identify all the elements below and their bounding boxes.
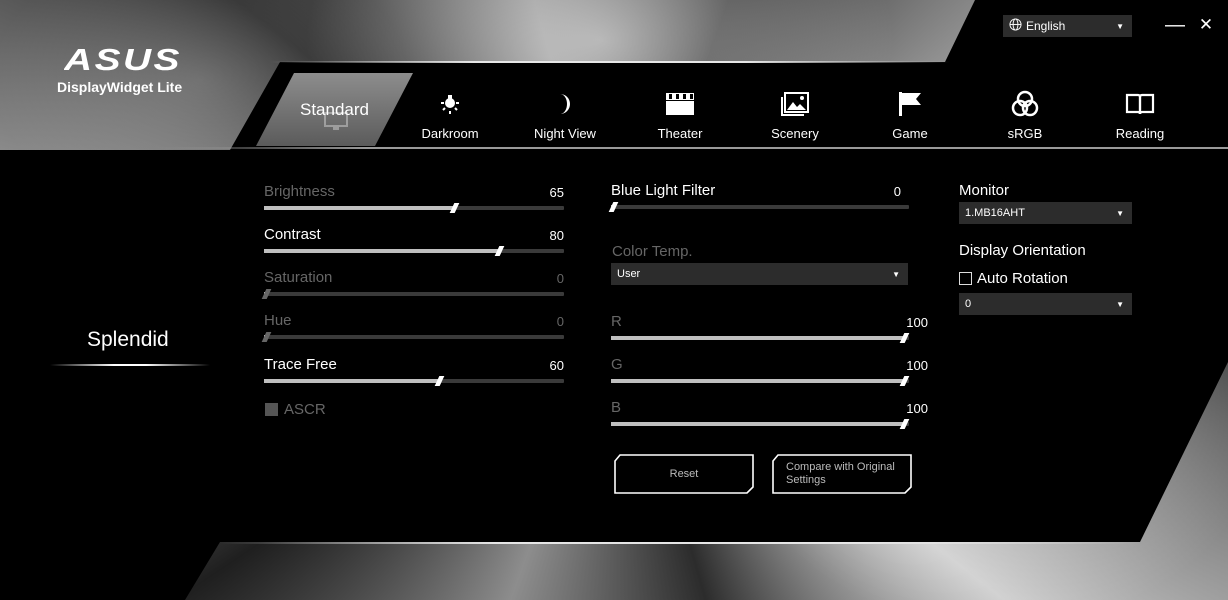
tab-label: Theater xyxy=(657,126,703,141)
tab-game[interactable]: Game xyxy=(855,88,965,141)
trace-free-slider[interactable] xyxy=(264,376,564,386)
tab-standard[interactable]: Standard xyxy=(300,100,369,120)
brightness-slider[interactable] xyxy=(264,203,564,213)
brightness-value: 65 xyxy=(549,185,564,200)
blue-slider[interactable] xyxy=(611,419,910,429)
hue-value: 0 xyxy=(556,314,564,329)
tab-label: Darkroom xyxy=(421,126,479,141)
moon-icon xyxy=(510,88,620,120)
tab-label: Scenery xyxy=(771,126,819,141)
tab-theater[interactable]: Theater xyxy=(625,88,735,141)
display-orientation-label: Display Orientation xyxy=(959,242,1086,259)
tab-label: sRGB xyxy=(1007,126,1043,141)
asus-logo: ASUS xyxy=(63,42,184,77)
ascr-checkbox[interactable]: ASCR xyxy=(265,401,326,418)
flag-icon xyxy=(855,88,965,120)
chevron-down-icon: ▼ xyxy=(1116,208,1124,218)
tab-label: Game xyxy=(892,126,928,141)
top-edge-line xyxy=(270,61,950,63)
checkbox-box xyxy=(959,272,972,285)
reset-button[interactable]: Reset xyxy=(614,454,754,494)
tab-night-view[interactable]: Night View xyxy=(510,88,620,141)
saturation-label: Saturation xyxy=(264,269,333,286)
close-button[interactable]: ✕ xyxy=(1194,12,1218,38)
green-value: 100 xyxy=(906,358,928,373)
reset-label: Reset xyxy=(669,467,699,480)
auto-rotation-label: Auto Rotation xyxy=(977,270,1068,287)
ascr-label: ASCR xyxy=(284,401,326,418)
app-title: DisplayWidget Lite xyxy=(57,79,183,95)
tabbar-edge-line xyxy=(150,147,1228,149)
language-value: English xyxy=(1026,19,1066,33)
orientation-select[interactable]: 0 ▼ xyxy=(959,293,1132,315)
saturation-slider[interactable] xyxy=(261,289,564,299)
rgb-circles-icon xyxy=(970,88,1080,120)
globe-icon xyxy=(1009,18,1022,34)
tab-scenery[interactable]: Scenery xyxy=(740,88,850,141)
sidebar-underline xyxy=(50,364,210,366)
color-temp-value: User xyxy=(617,268,641,280)
minimize-button[interactable]: — xyxy=(1163,12,1187,38)
book-icon xyxy=(1085,88,1195,120)
landscape-icon xyxy=(740,88,850,120)
compare-button[interactable]: Compare with Original Settings xyxy=(772,454,912,494)
hue-slider[interactable] xyxy=(261,332,564,342)
compare-label: Compare with Original Settings xyxy=(786,461,895,486)
tab-label: Night View xyxy=(534,126,596,141)
blue-light-value: 0 xyxy=(893,184,901,199)
green-label: G xyxy=(611,356,623,373)
chevron-down-icon: ▼ xyxy=(1116,21,1124,31)
trace-free-value: 60 xyxy=(549,358,564,373)
saturation-value: 0 xyxy=(556,271,564,286)
clapperboard-icon xyxy=(625,88,735,120)
auto-rotation-checkbox[interactable]: Auto Rotation xyxy=(959,270,1068,287)
blue-light-label: Blue Light Filter xyxy=(611,182,716,199)
red-slider[interactable] xyxy=(611,333,910,343)
monitor-select[interactable]: 1.MB16AHT ▼ xyxy=(959,202,1132,224)
svg-text:ASUS: ASUS xyxy=(64,44,182,74)
bottom-edge-line xyxy=(220,542,1140,544)
red-label: R xyxy=(611,313,622,330)
trace-free-label: Trace Free xyxy=(264,356,337,373)
blue-label: B xyxy=(611,399,622,416)
lamp-icon xyxy=(395,88,505,120)
contrast-label: Contrast xyxy=(264,226,321,243)
chevron-down-icon: ▼ xyxy=(892,269,900,279)
tab-darkroom[interactable]: Darkroom xyxy=(395,88,505,141)
blue-light-slider[interactable] xyxy=(608,202,909,212)
chevron-down-icon: ▼ xyxy=(1116,299,1124,309)
orientation-value: 0 xyxy=(965,298,972,310)
blue-value: 100 xyxy=(906,401,928,416)
language-select[interactable]: English ▼ xyxy=(1003,15,1132,37)
brightness-label: Brightness xyxy=(264,183,335,200)
checkbox-box xyxy=(265,403,278,416)
green-slider[interactable] xyxy=(611,376,910,386)
monitor-label: Monitor xyxy=(959,182,1010,199)
tab-reading[interactable]: Reading xyxy=(1085,88,1195,141)
red-value: 100 xyxy=(906,315,928,330)
tab-srgb[interactable]: sRGB xyxy=(970,88,1080,141)
hue-label: Hue xyxy=(264,312,292,329)
contrast-value: 80 xyxy=(549,228,564,243)
contrast-slider[interactable] xyxy=(264,246,564,256)
splendid-title: Splendid xyxy=(87,328,169,351)
color-temp-label: Color Temp. xyxy=(612,243,693,260)
tab-label: Reading xyxy=(1115,126,1165,141)
color-temp-select[interactable]: User ▼ xyxy=(611,263,908,285)
monitor-value: 1.MB16AHT xyxy=(965,207,1025,219)
